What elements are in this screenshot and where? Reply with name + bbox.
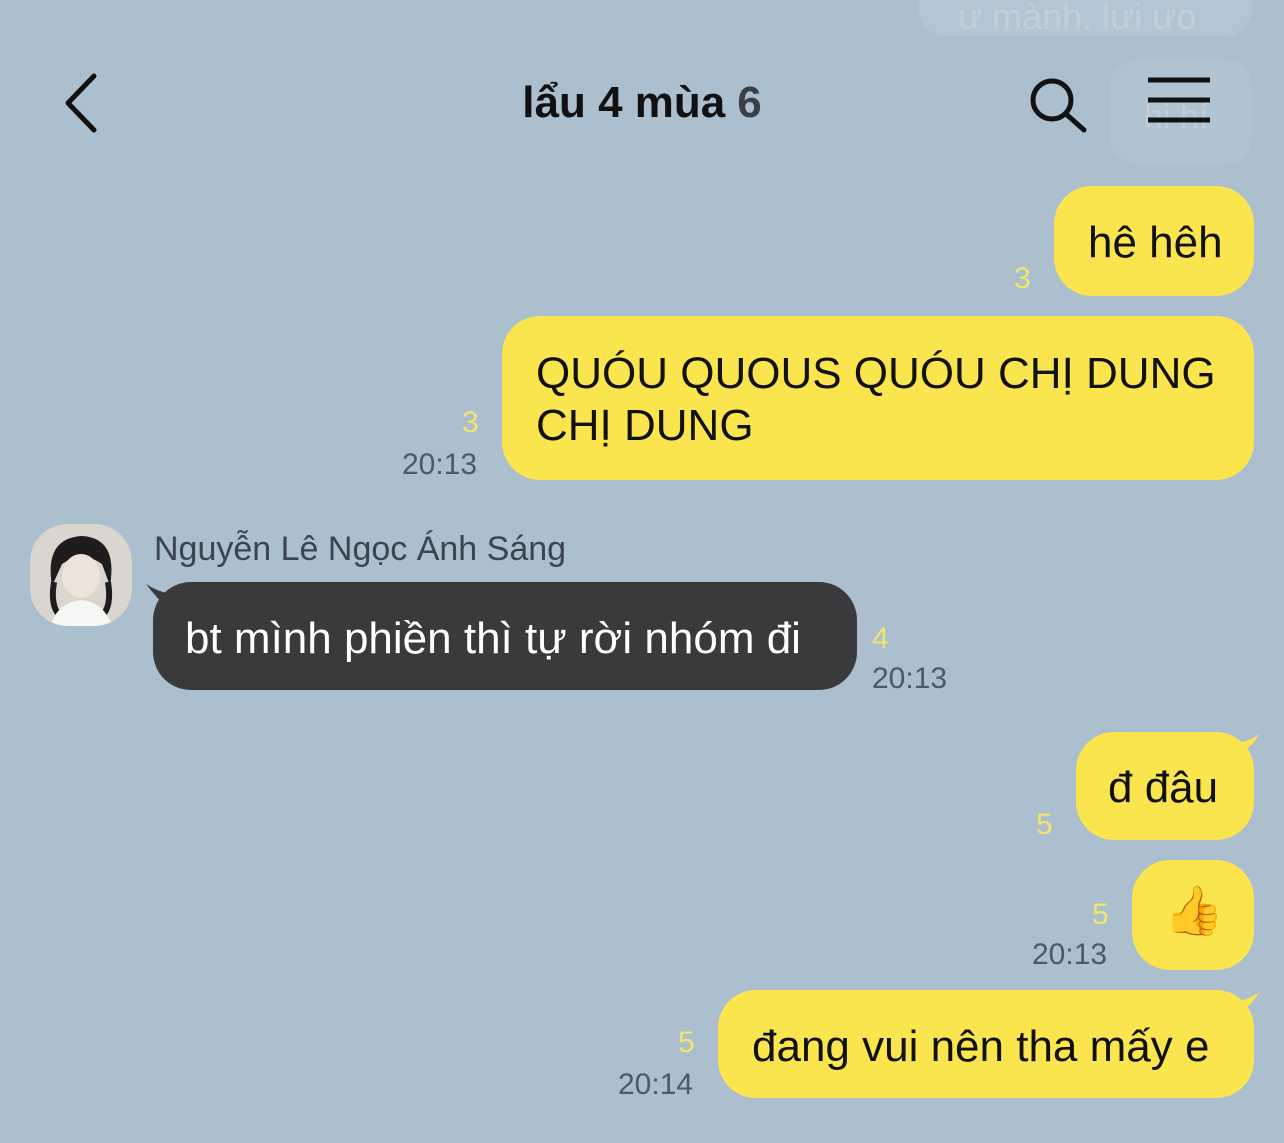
message-time: 20:13 (402, 448, 478, 481)
message-text: đang vui nên tha mấy e (752, 1022, 1210, 1071)
hamburger-menu-icon (1148, 77, 1210, 123)
message-time: 20:14 (618, 1068, 694, 1101)
unread-count: 5 (678, 1026, 695, 1059)
chat-title: lẩu 4 mùa 6 (0, 78, 1284, 128)
message-text-line: QUÓU QUOUS QUÓU CHỊ DUNG (536, 349, 1216, 398)
chat-room-name: lẩu 4 mùa (522, 78, 726, 127)
message-bubble-sent[interactable]: hê hêh (1054, 186, 1254, 296)
avatar[interactable] (30, 524, 132, 626)
unread-count: 5 (1036, 808, 1053, 841)
unread-count: 4 (872, 622, 889, 655)
message-text-line: CHỊ DUNG (536, 401, 754, 450)
sender-name: Nguyễn Lê Ngọc Ánh Sáng (154, 530, 567, 568)
message-bubble-sent[interactable]: QUÓU QUOUS QUÓU CHỊ DUNG CHỊ DUNG (502, 316, 1254, 480)
unread-count: 5 (1092, 898, 1109, 931)
search-icon (1030, 78, 1087, 133)
faded-message-fragment: ư mành. lưi ưo (918, 0, 1252, 37)
message-bubble-sent-emoji[interactable]: 👍 (1132, 860, 1254, 970)
message-time: 20:13 (1032, 938, 1108, 971)
message-bubble-received[interactable]: bt mình phiền thì tự rời nhóm đi (153, 582, 857, 690)
unread-count: 3 (462, 406, 479, 439)
faded-message-text: ư mành. lưi ưo (958, 0, 1197, 37)
menu-button[interactable] (1144, 76, 1214, 128)
message-bubble-sent[interactable]: đang vui nên tha mấy e (718, 990, 1254, 1098)
search-button[interactable] (1026, 74, 1090, 134)
thumbs-up-emoji: 👍 (1164, 885, 1224, 938)
message-text: hê hêh (1088, 218, 1223, 267)
message-bubble-sent[interactable]: đ đâu (1076, 732, 1254, 840)
unread-count: 3 (1014, 262, 1031, 295)
member-count: 6 (737, 78, 762, 127)
message-text: đ đâu (1108, 763, 1219, 812)
message-text: bt mình phiền thì tự rời nhóm đi (185, 614, 801, 663)
message-time: 20:13 (872, 662, 948, 695)
avatar-photo (30, 524, 132, 626)
